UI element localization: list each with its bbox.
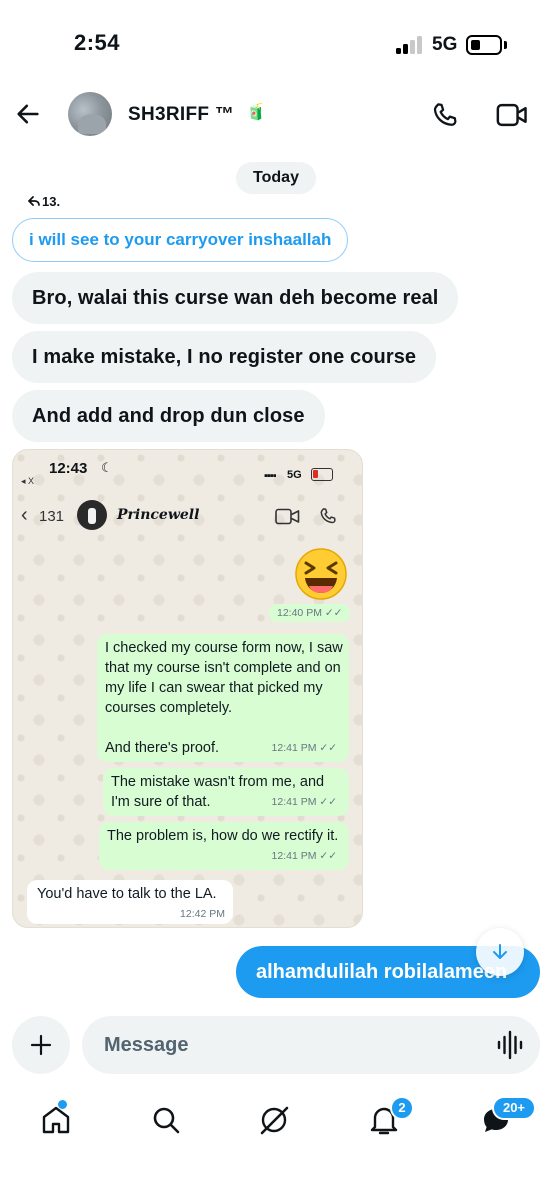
- battery-cap: [504, 41, 507, 49]
- battery-icon: [466, 35, 502, 55]
- message-bubble-incoming[interactable]: I make mistake, I no register one course: [12, 331, 437, 383]
- screenshot-back-app: ◂ X: [21, 476, 35, 486]
- emoji-timestamp: 12:40 PM ✓✓: [269, 604, 351, 622]
- screenshot-video-icon: [275, 508, 300, 525]
- screenshot-status-time: 12:43: [49, 460, 88, 477]
- message-timestamp: 12:41 PM ✓✓: [271, 742, 337, 754]
- arrow-down-icon: [493, 944, 507, 959]
- add-attachment-button[interactable]: [12, 1016, 70, 1074]
- cup-emoji: 🧃: [246, 104, 266, 121]
- conversation-header: SH3RIFF ™ 🧃: [0, 84, 552, 148]
- screenshot-chat-header: ‹ 131 Princewell: [13, 494, 362, 538]
- attached-screenshot[interactable]: 12:43 ☾ ◂ X ▪▪▪▪ 5G ‹ 131 Princewell 12:…: [12, 449, 363, 928]
- quoted-message[interactable]: i will see to your carryover inshaallah: [12, 218, 349, 262]
- plus-icon: [30, 1034, 52, 1056]
- bottom-nav: 2 20+: [0, 1090, 552, 1150]
- screenshot-contact-name: Princewell: [117, 507, 200, 523]
- screenshot-outgoing-bubble: The problem is, how do we rectify it. 12…: [99, 822, 349, 870]
- status-time: 2:54: [74, 30, 121, 55]
- signal-icon: [396, 36, 426, 54]
- message-bubble-incoming[interactable]: And add and drop dun close: [12, 390, 325, 442]
- search-icon[interactable]: [146, 1100, 186, 1140]
- screenshot-signal-icon: ▪▪▪▪: [264, 470, 277, 482]
- contact-name[interactable]: SH3RIFF ™: [128, 104, 234, 126]
- date-separator: Today: [236, 162, 316, 194]
- screenshot-battery-icon: [311, 468, 333, 481]
- home-notification-dot: [58, 1100, 67, 1109]
- reply-icon: [28, 196, 40, 206]
- back-arrow-icon[interactable]: [14, 100, 42, 128]
- moon-icon: ☾: [101, 460, 113, 475]
- home-icon[interactable]: [36, 1100, 76, 1140]
- messages-badge: 20+: [492, 1096, 536, 1120]
- screenshot-back-icon: ‹: [21, 504, 28, 526]
- notifications-badge: 2: [390, 1096, 414, 1120]
- status-bar: 2:54 5G: [0, 0, 552, 80]
- message-input[interactable]: [82, 1016, 540, 1074]
- screenshot-incoming-bubble: You'd have to talk to the LA. 12:42 PM: [27, 880, 233, 924]
- network-label: 5G: [432, 34, 458, 55]
- reply-reference: 13.: [28, 194, 60, 209]
- phone-icon[interactable]: [430, 100, 460, 130]
- screenshot-back-count: 131: [39, 508, 65, 525]
- message-timestamp: 12:42 PM: [180, 908, 225, 920]
- message-bubble-incoming[interactable]: Bro, walai this curse wan deh become rea…: [12, 272, 459, 324]
- laughing-emoji-icon: [295, 548, 347, 600]
- screenshot-outgoing-bubble: I checked my course form now, I saw that…: [97, 634, 349, 762]
- message-timestamp: 12:41 PM ✓✓: [271, 850, 337, 862]
- voice-icon[interactable]: [496, 1030, 524, 1060]
- video-icon[interactable]: [496, 102, 528, 128]
- reply-reference-text: 13.: [42, 194, 61, 209]
- avatar[interactable]: [68, 92, 112, 136]
- screenshot-network-label: 5G: [287, 469, 302, 481]
- message-timestamp: 12:41 PM ✓✓: [271, 796, 337, 808]
- screenshot-outgoing-bubble: The mistake wasn't from me, and I'm sure…: [103, 768, 349, 816]
- screenshot-avatar: [77, 500, 107, 530]
- grok-icon[interactable]: [254, 1100, 294, 1140]
- screenshot-phone-icon: [320, 508, 336, 524]
- scroll-to-bottom-button[interactable]: [476, 928, 524, 976]
